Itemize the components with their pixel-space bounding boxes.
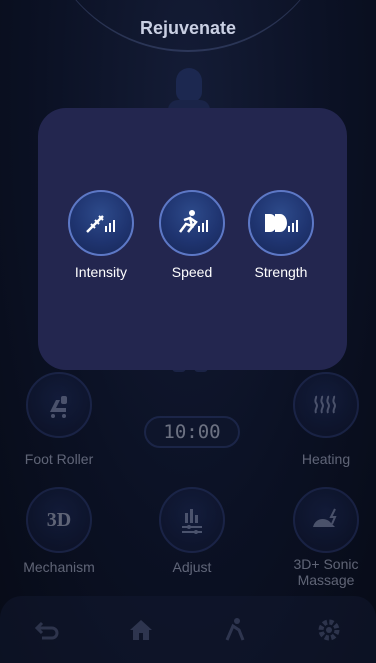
massage-icon[interactable] [219,614,251,646]
sonic-massage-icon [313,508,337,527]
speed-icon [179,210,208,233]
adjust-icon [182,509,202,534]
page-title: Rejuvenate [139,18,237,38]
strength-label: Strength [254,264,308,280]
foot-roller-button[interactable] [26,372,92,438]
foot-roller-icon [50,396,67,418]
adjust-label: Adjust [172,559,212,575]
settings-icon[interactable] [313,614,345,646]
strength-icon [265,214,298,232]
heating-button[interactable] [293,372,359,438]
speed-label: Speed [171,264,213,280]
foot-roller-label: Foot Roller [24,451,94,467]
adjust-button[interactable] [159,487,225,553]
3d-icon: 3D [46,508,72,531]
body-head-figure [176,68,202,102]
heating-label: Heating [301,451,351,467]
option-overlay: Intensity Speed Strength [38,108,347,370]
speed-button[interactable] [159,190,225,256]
intensity-label: Intensity [74,264,128,280]
sonic-massage-button[interactable] [293,487,359,553]
intensity-icon [86,215,115,233]
sonic-massage-label: 3D+ Sonic Massage [293,556,359,588]
strength-button[interactable] [248,190,314,256]
intensity-button[interactable] [68,190,134,256]
bottom-nav-bar [0,596,376,663]
home-icon[interactable] [125,614,157,646]
mechanism-button[interactable]: 3D [26,487,92,553]
back-icon[interactable] [31,614,63,646]
heating-icon [314,395,336,414]
timer-display[interactable]: 10:00 [144,416,240,448]
mechanism-label: Mechanism [23,559,95,575]
